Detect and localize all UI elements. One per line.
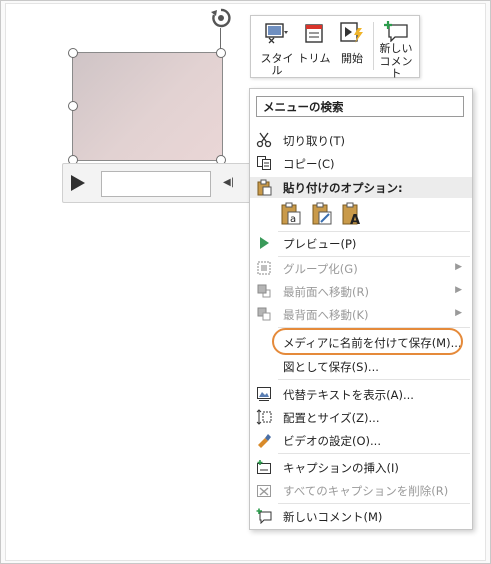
size-position-icon [256,409,272,425]
menu-separator [278,453,470,454]
new-comment-icon [384,21,408,42]
insert-captions-icon [257,460,271,474]
new-comment-label-line2: コメント [379,55,413,80]
menu-item-remove-all-captions: すべてのキャプションを削除(R) [250,479,472,502]
menu-item-save-as-picture[interactable]: 図として保存(S)... [250,355,472,378]
resize-handle-middle-left[interactable] [68,101,78,111]
menu-item-label: すべてのキャプションを削除(R) [283,484,449,498]
resize-handle-top-center[interactable] [216,48,226,58]
menu-item-label: 代替テキストを表示(A)... [283,388,414,402]
menu-item-label: 最背面へ移動(K) [283,308,369,322]
menu-item-label: コピー(C) [283,157,335,171]
play-icon[interactable] [71,175,85,191]
submenu-arrow-icon: ▶ [455,285,462,295]
toolbar-divider [373,22,374,70]
menu-separator [278,503,470,504]
send-to-back-icon [257,307,271,321]
menu-item-label: グループ化(G) [283,262,358,276]
start-button[interactable]: 開始 [333,16,371,77]
copy-icon [257,156,271,170]
menu-search-field[interactable]: メニューの検索 [256,96,464,117]
style-button[interactable]: スタイル [257,16,297,77]
svg-text:A: A [350,213,360,226]
menu-item-label: 最前面へ移動(R) [283,285,369,299]
style-label: スタイル [260,52,294,77]
video-object[interactable] [72,52,223,161]
alt-text-icon [257,387,271,401]
media-progress-track[interactable] [101,171,211,197]
preview-play-icon [260,237,269,249]
menu-item-insert-captions[interactable]: キャプションの挿入(I) [250,456,472,479]
menu-item-label: 新しいコメント(M) [283,510,383,524]
bring-to-front-icon [257,284,271,298]
menu-item-preview[interactable]: プレビュー(P) [250,232,472,255]
menu-separator [278,379,470,380]
context-menu: メニューの検索 切り取り(T) コピー(C) 貼り付けのオプション: a A プ… [249,88,473,530]
paste-text-only-icon[interactable]: A [341,202,363,226]
menu-item-size-and-position[interactable]: 配置とサイズ(Z)... [250,406,472,429]
style-icon [265,23,288,44]
new-comment-icon [256,508,272,524]
menu-item-group: グループ化(G) ▶ [250,257,472,280]
step-back-icon[interactable]: ◀| [223,177,234,188]
submenu-arrow-icon: ▶ [455,262,462,272]
paste-icon [257,179,272,196]
paste-options-label: 貼り付けのオプション: [283,181,403,195]
menu-item-label: 配置とサイズ(Z)... [283,411,380,425]
menu-item-send-to-back: 最背面へ移動(K) ▶ [250,303,472,326]
menu-item-new-comment[interactable]: 新しいコメント(M) [250,505,472,528]
svg-text:a: a [290,214,296,225]
menu-item-bring-to-front: 最前面へ移動(R) ▶ [250,280,472,303]
paste-picture-icon[interactable] [311,202,333,226]
menu-item-label: プレビュー(P) [283,237,357,251]
paste-options-header: 貼り付けのオプション: [250,177,472,198]
media-player-bar: ◀| [62,163,254,203]
menu-item-cut[interactable]: 切り取り(T) [250,129,472,152]
menu-item-label: ビデオの設定(O)... [283,434,381,448]
new-comment-label-line1: 新しい [379,42,413,55]
trim-label: トリム [297,52,331,65]
highlight-annotation [272,328,463,355]
paste-keep-formatting-icon[interactable]: a [280,202,302,226]
menu-item-label: 切り取り(T) [283,134,345,148]
new-comment-button[interactable]: 新しい コメント [375,16,417,80]
remove-captions-icon [257,485,271,497]
mini-toolbar: スタイル トリム 開始 新しい コメント [250,15,420,80]
format-video-icon [258,434,271,448]
scissors-icon [256,132,272,148]
trim-button[interactable]: トリム [297,16,331,77]
resize-handle-top-left[interactable] [68,48,78,58]
start-label: 開始 [341,52,363,65]
menu-item-edit-alt-text[interactable]: 代替テキストを表示(A)... [250,383,472,406]
start-icon [340,22,363,43]
menu-item-label: 図として保存(S)... [283,360,379,374]
submenu-arrow-icon: ▶ [455,308,462,318]
rotate-handle-icon[interactable] [209,6,233,30]
group-icon [257,261,271,275]
menu-item-copy[interactable]: コピー(C) [250,152,472,175]
menu-item-format-video[interactable]: ビデオの設定(O)... [250,429,472,452]
trim-icon [305,24,323,43]
menu-item-label: キャプションの挿入(I) [283,461,399,475]
